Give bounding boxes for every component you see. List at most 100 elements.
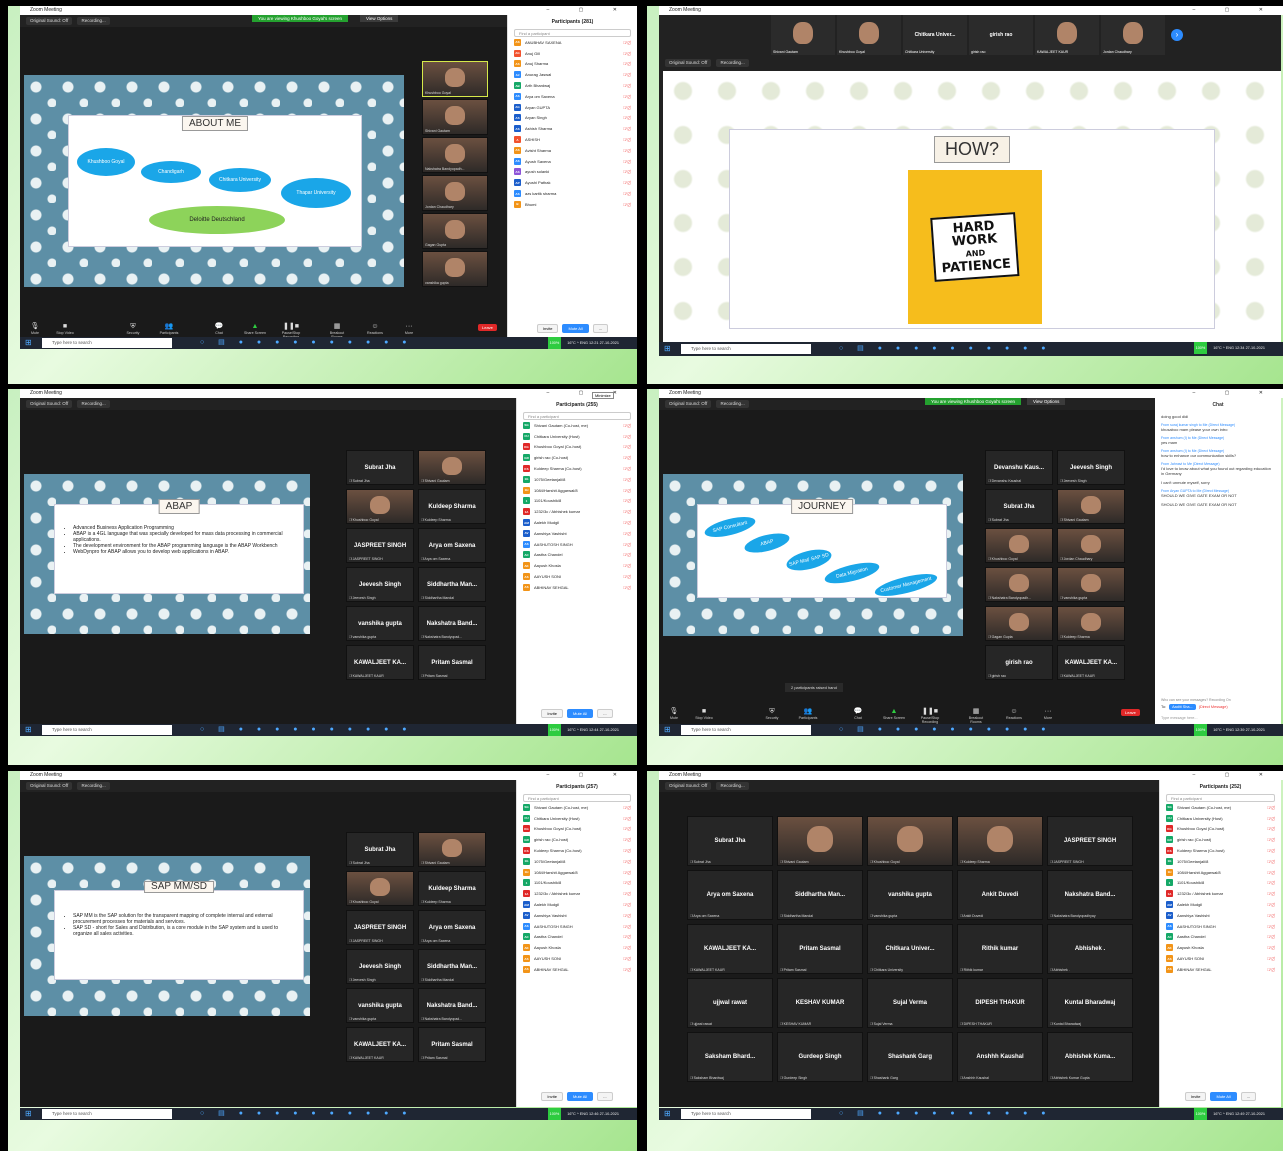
participant-tile[interactable]: Jeevesh Singh 🎙̸ Jeevesh Singh	[346, 567, 414, 602]
mute-all-button[interactable]: Mute All	[566, 709, 594, 718]
breakout-rooms-button[interactable]: ▦Breakout Rooms	[963, 707, 989, 724]
participant-row[interactable]: AS ANUBHAV SAXENA 🎙̸ ▢̸	[508, 37, 637, 48]
invite-button[interactable]: Invite	[541, 1092, 563, 1101]
participant-tile[interactable]: Devanshu Kaus... 🎙̸ Devanshu Kaushal	[985, 450, 1053, 485]
share-screen-button[interactable]: ▲ Share Screen	[881, 707, 907, 720]
participant-row[interactable]: AV Aanshiya Vashisht 🎙̸ ▢̸	[517, 910, 637, 921]
participant-tile[interactable]: 🎙̸ Kuldeep Sharma	[957, 816, 1043, 866]
taskbar-search-input[interactable]: Type here to search	[681, 725, 811, 735]
participant-tile[interactable]: Subrat Jha 🎙̸ Subrat Jha	[346, 832, 414, 867]
stop-video-button[interactable]: ■ Stop Video	[52, 322, 78, 335]
participant-row[interactable]: AS ABHINAV SEHGAL 🎙̸ ▢̸	[517, 964, 637, 975]
participant-tile[interactable]: Jeevesh Singh 🎙̸ Jeevesh Singh	[346, 949, 414, 984]
participant-tile[interactable]: Subrat Jha 🎙̸ Subrat Jha	[346, 450, 414, 485]
participant-row[interactable]: AS ABHINAV SEHGAL 🎙̸ ▢̸	[1160, 964, 1281, 975]
participant-row[interactable]: AS ayush solanki 🎙̸ ▢̸	[508, 167, 637, 178]
recording-button[interactable]: ❚❚■Pause/Stop Recording	[917, 707, 943, 724]
participant-row[interactable]: AS ABHINAV SEHGAL 🎙̸ ▢̸	[517, 582, 637, 593]
more-options-button[interactable]: ...	[597, 1092, 613, 1101]
participant-row[interactable]: AP Ayushi Pathak 🎙̸ ▢̸	[508, 177, 637, 188]
participant-tile[interactable]: 🎙̸ Shivani Gautam	[418, 832, 486, 867]
participant-tile[interactable]: KESHAV KUMAR 🎙̸ KESHAV KUMAR	[777, 978, 863, 1028]
mute-button[interactable]: 🎙 Mute	[22, 322, 48, 335]
windows-start-icon[interactable]: ⊞	[25, 1109, 32, 1118]
participant-row[interactable]: AC Aastha Chandel 🎙̸ ▢̸	[517, 932, 637, 943]
participant-tile[interactable]: Saksham Bhard... 🎙̸ Saksham Bhardwaj	[687, 1032, 773, 1082]
windows-start-icon[interactable]: ⊞	[664, 725, 671, 734]
mute-all-button[interactable]: Mute All	[562, 324, 589, 333]
participant-row[interactable]: CU Chitkara University (Host) 🎙̸ ▢̸	[1160, 813, 1281, 824]
mute-all-button[interactable]: Mute All	[1210, 1092, 1237, 1101]
recording-indicator[interactable]: Recording...	[77, 17, 110, 25]
participant-tile[interactable]: Pritam Sasmal 🎙̸ Pritam Sasmal	[777, 924, 863, 974]
recording-indicator[interactable]: Recording...	[77, 782, 110, 790]
participant-row[interactable]: KG Khushboo Goyal (Co-host) 🎙̸ ▢̸	[1160, 824, 1281, 835]
participant-row[interactable]: AM Aalekh Mudgil 🎙̸ ▢̸	[517, 517, 637, 528]
more-options-button[interactable]: ...	[1240, 1092, 1257, 1101]
window-controls[interactable]: – ▢ ✕	[1193, 771, 1277, 780]
recording-indicator[interactable]: Recording...	[716, 782, 749, 790]
windows-start-icon[interactable]: ⊞	[664, 1109, 671, 1118]
more-options-button[interactable]: ...	[592, 324, 609, 333]
invite-button[interactable]: Invite	[541, 709, 563, 718]
participant-tile[interactable]: Chitkara Univer... 🎙̸ Chitkara University	[867, 924, 953, 974]
participant-search-input[interactable]: Find a participant	[514, 29, 631, 37]
taskbar-search-input[interactable]: Type here to search	[42, 1109, 172, 1119]
participant-tile[interactable]: JASPREET SINGH 🎙̸ JASPREET SINGH	[1047, 816, 1133, 866]
share-screen-button[interactable]: ▲ Share Screen	[242, 322, 268, 335]
participant-tile[interactable]: Shashank Garg 🎙̸ Shashank Garg	[867, 1032, 953, 1082]
participant-tile[interactable]: 🎙̸ Shivani Gautam	[1057, 489, 1125, 524]
stop-video-button[interactable]: ■ Stop Video	[691, 707, 717, 720]
participant-row[interactable]: 1H 1084/Harshit Aggarwal/8 🎙̸ ▢̸	[517, 867, 637, 878]
participant-tile[interactable]: Anshhh Kaushal 🎙̸ Anshhh Kaushal	[957, 1032, 1043, 1082]
participant-tile[interactable]: ujjwal rawat 🎙̸ ujjwal rawat	[687, 978, 773, 1028]
view-options-button[interactable]: View Options	[1027, 398, 1066, 405]
original-sound-button[interactable]: Original Sound: Off	[26, 782, 73, 790]
participant-tile[interactable]: Siddhartha Man... 🎙̸ Siddhartha Mandal	[418, 567, 486, 602]
participant-search-input[interactable]: Find a participant	[523, 412, 631, 420]
participant-tile[interactable]: DIPESH THAKUR 🎙̸ DIPESH THAKUR	[957, 978, 1043, 1028]
original-sound-button[interactable]: Original Sound: Off	[26, 400, 73, 408]
participant-tile[interactable]: 🎙̸ Khushboo Goyal	[346, 871, 414, 906]
taskbar-app-icons[interactable]: ○ ▤ ● ● ● ● ● ● ● ● ● ●	[839, 725, 1052, 733]
mute-all-button[interactable]: Mute All	[566, 1092, 594, 1101]
participant-tile[interactable]: Ankit Duvedi 🎙̸ Ankit Duvedi	[957, 870, 1043, 920]
video-tile[interactable]: Nakshatra Bandyopadh...	[422, 137, 488, 173]
window-controls[interactable]: – ▢ ✕	[547, 6, 631, 15]
security-button[interactable]: ⛨ Security	[120, 322, 146, 335]
recording-indicator[interactable]: Recording...	[77, 400, 110, 408]
participant-tile[interactable]: Gurdeep Singh 🎙̸ Gurdeep Singh	[777, 1032, 863, 1082]
participant-row[interactable]: AM Aalekh Mudgil 🎙̸ ▢̸	[1160, 899, 1281, 910]
participant-tile[interactable]: KAWALJEET KA... 🎙̸ KAWALJEET KAUR	[687, 924, 773, 974]
participant-row[interactable]: B Bhumi 🎙̸ ▢̸	[508, 199, 637, 210]
original-sound-button[interactable]: Original Sound: Off	[665, 400, 712, 408]
view-options-button[interactable]: View Options	[360, 15, 399, 22]
participant-tile[interactable]: JASPREET SINGH 🎙̸ JASPREET SINGH	[346, 910, 414, 945]
windows-start-icon[interactable]: ⊞	[25, 725, 32, 734]
video-tile[interactable]: Khushboo Goyal	[422, 61, 488, 97]
participant-row[interactable]: CU Chitkara University (Host) 🎙̸ ▢̸	[517, 431, 637, 442]
taskbar-app-icons[interactable]: ○ ▤ ● ● ● ● ● ● ● ● ● ●	[200, 725, 413, 733]
participants-button[interactable]: 👥 Participants	[156, 322, 182, 335]
participant-row[interactable]: 1H 1084/Harshit Aggarwal/8 🎙̸ ▢̸	[517, 485, 637, 496]
participant-tile[interactable]: Siddhartha Man... 🎙̸ Siddhartha Mandal	[777, 870, 863, 920]
strip-tile[interactable]: Chitkara Univer... Chitkara University	[903, 15, 967, 55]
participant-tile[interactable]: Kuntal Bharadwaj 🎙̸ Kuntal Bharadwaj	[1047, 978, 1133, 1028]
participant-tile[interactable]: Subrat Jha 🎙̸ Subrat Jha	[687, 816, 773, 866]
participant-row[interactable]: AV Aanshiya Vashisht 🎙̸ ▢̸	[1160, 910, 1281, 921]
leave-button[interactable]: Leave	[1121, 709, 1140, 716]
window-controls[interactable]: – ▢ ✕	[547, 771, 631, 780]
taskbar-app-icons[interactable]: ○ ▤ ● ● ● ● ● ● ● ● ● ●	[839, 1109, 1052, 1117]
participant-row[interactable]: 1A 1232/3c / Abhishek kumar 🎙̸ ▢̸	[517, 888, 637, 899]
participant-row[interactable]: AG Aryan GUPTA 🎙̸ ▢̸	[508, 102, 637, 113]
recipient-select[interactable]: Aaditi Sha...	[1169, 704, 1196, 710]
participant-tile[interactable]: Nakshatra Band... 🎙̸ Nakshatra Bandyopadh…	[1047, 870, 1133, 920]
participant-row[interactable]: SG Shivani Gautam (Co-host, me) 🎙̸ ▢̸	[517, 802, 637, 813]
window-controls[interactable]: – ▢ ✕	[1193, 6, 1277, 15]
participant-row[interactable]: SG Shivani Gautam (Co-host, me) 🎙̸ ▢̸	[517, 420, 637, 431]
participant-tile[interactable]: Subrat Jha 🎙̸ Subrat Jha	[985, 489, 1053, 524]
participant-tile[interactable]: 🎙̸ Nakshatra Bandyopadh...	[985, 567, 1053, 602]
participant-row[interactable]: AS Aryan Singh 🎙̸ ▢̸	[508, 113, 637, 124]
participant-row[interactable]: 1A 1232/3c / Abhishek kumar 🎙̸ ▢̸	[517, 506, 637, 517]
participant-tile[interactable]: Sujal Verma 🎙̸ Sujal Verma	[867, 978, 953, 1028]
